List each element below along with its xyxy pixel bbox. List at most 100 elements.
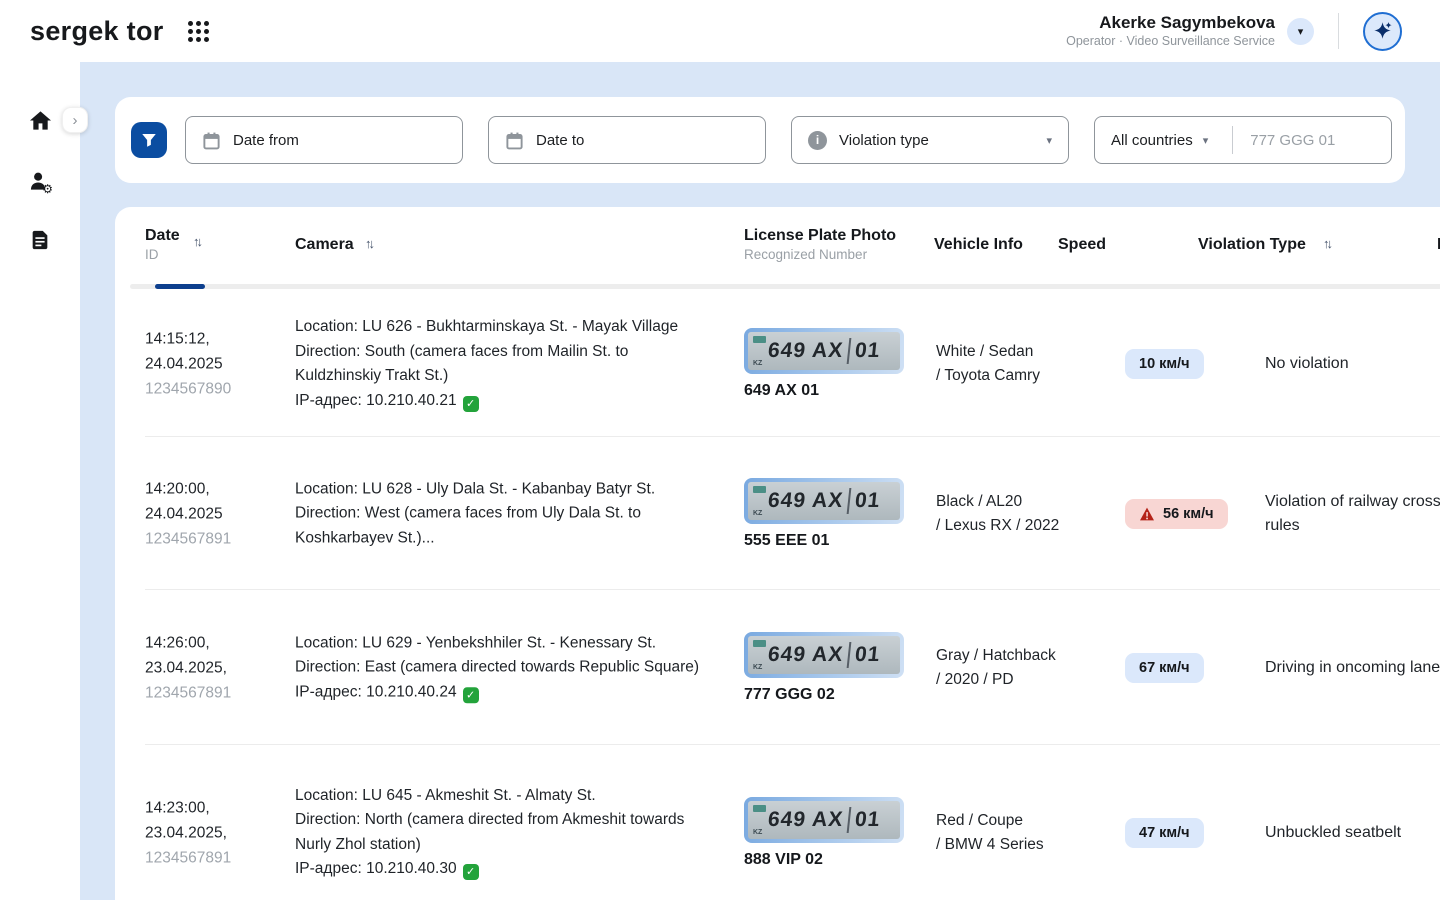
chevron-down-icon: ▾ <box>1046 134 1052 147</box>
date-cell: 14:26:00, 23.04.2025, 1234567891 <box>145 630 275 705</box>
countries-plate-field[interactable]: All countries ▾ <box>1094 116 1392 164</box>
funnel-icon <box>140 131 158 149</box>
horizontal-scrollbar-thumb[interactable] <box>155 284 205 289</box>
results-table: Date ID ↑↓ Camera ↑↓ License Plate Photo… <box>115 207 1440 900</box>
info-icon: i <box>808 131 827 150</box>
column-header-violation: Violation Type <box>1198 236 1306 254</box>
license-plate-photo[interactable]: KZ 649 AX 01 <box>744 478 904 524</box>
vehicle-cell: Black / AL20 / Lexus RX / 2022 <box>936 490 1106 538</box>
filters-panel: Date from Date to i Violation type ▾ All… <box>115 97 1405 183</box>
speed-badge: 67 км/ч <box>1125 653 1204 683</box>
sidebar-item-operators[interactable]: ⚙ <box>0 159 80 203</box>
kz-flag-icon <box>753 640 766 647</box>
vehicle-cell: White / Sedan / Toyota Camry <box>936 340 1106 388</box>
divider <box>1232 126 1233 154</box>
gear-icon: ⚙ <box>42 183 53 195</box>
column-header-plate: License Plate Photo Recognized Number <box>744 227 896 262</box>
plate-cell: KZ 649 AX 01 649 AX 01 <box>744 328 934 400</box>
countries-label: All countries <box>1111 132 1193 149</box>
date-cell: 14:20:00, 24.04.2025 1234567891 <box>145 476 275 551</box>
sort-icon-date[interactable]: ↑↓ <box>193 234 200 249</box>
document-icon <box>29 229 51 251</box>
event-id: 1234567890 <box>145 377 275 402</box>
column-header-camera: Camera <box>295 236 354 254</box>
sidebar-item-reports[interactable] <box>0 218 80 262</box>
calendar-icon <box>202 131 221 150</box>
column-header-date: Date ID <box>145 227 180 262</box>
speed-cell: 47 км/ч <box>1125 818 1204 848</box>
license-plate-photo[interactable]: KZ 649 AX 01 <box>744 797 904 843</box>
warning-icon <box>1139 507 1155 521</box>
vehicle-cell: Gray / Hatchback / 2020 / PD <box>936 644 1106 692</box>
date-from-field[interactable]: Date from <box>185 116 463 164</box>
kz-flag-icon <box>753 805 766 812</box>
sort-icon-violation[interactable]: ↑↓ <box>1323 236 1330 251</box>
divider <box>1338 13 1339 49</box>
top-bar: sergek tor Akerke Sagymbekova Operator ·… <box>0 0 1440 62</box>
speed-badge: 47 км/ч <box>1125 818 1204 848</box>
table-body: 14:15:12, 24.04.2025 1234567890 Location… <box>115 291 1440 900</box>
table-row[interactable]: 14:15:12, 24.04.2025 1234567890 Location… <box>115 291 1440 437</box>
home-icon <box>29 109 52 132</box>
camera-cell: Location: LU 629 - Yenbekshhiler St. - K… <box>295 631 707 705</box>
date-from-label: Date from <box>233 132 299 149</box>
apps-grid-icon[interactable] <box>188 21 209 42</box>
violation-cell: Driving in oncoming lane <box>1265 656 1440 680</box>
event-id: 1234567891 <box>145 845 275 870</box>
chevron-down-icon: ▾ <box>1203 134 1209 147</box>
camera-cell: Location: LU 626 - Bukhtarminskaya St. -… <box>295 315 707 413</box>
event-id: 1234567891 <box>145 526 275 551</box>
user-dropdown-button[interactable]: ▾ <box>1287 18 1314 45</box>
vehicle-cell: Red / Coupe / BMW 4 Series <box>936 809 1106 857</box>
speed-cell: 56 км/ч <box>1125 499 1228 529</box>
kz-flag-icon <box>753 336 766 343</box>
filter-button[interactable] <box>131 122 167 158</box>
check-icon: ✓ <box>463 687 479 703</box>
violation-cell: Unbuckled seatbelt <box>1265 821 1440 845</box>
sidebar-expand-button[interactable]: › <box>62 107 88 133</box>
plate-cell: KZ 649 AX 01 777 GGG 02 <box>744 632 934 704</box>
plate-cell: KZ 649 AX 01 888 VIP 02 <box>744 797 934 869</box>
kz-flag-icon <box>753 486 766 493</box>
camera-cell: Location: LU 645 - Akmeshit St. - Almaty… <box>295 784 707 882</box>
license-plate-photo[interactable]: KZ 649 AX 01 <box>744 632 904 678</box>
date-cell: 14:15:12, 24.04.2025 1234567890 <box>145 327 275 402</box>
license-plate-photo[interactable]: KZ 649 AX 01 <box>744 328 904 374</box>
assistant-button[interactable] <box>1363 12 1402 51</box>
sort-icon-camera[interactable]: ↑↓ <box>365 236 372 251</box>
speed-badge-alert: 56 км/ч <box>1125 499 1228 529</box>
speed-badge: 10 км/ч <box>1125 349 1204 379</box>
speed-cell: 67 км/ч <box>1125 653 1204 683</box>
date-cell: 14:23:00, 23.04.2025, 1234567891 <box>145 795 275 870</box>
violation-cell: No violation <box>1265 352 1440 376</box>
table-row[interactable]: 14:26:00, 23.04.2025, 1234567891 Locatio… <box>115 590 1440 745</box>
violation-type-select[interactable]: i Violation type ▾ <box>791 116 1069 164</box>
horizontal-scrollbar[interactable] <box>130 284 1440 289</box>
violation-cell: Violation of railway crossing rules <box>1265 490 1440 538</box>
calendar-icon <box>505 131 524 150</box>
user-name: Akerke Sagymbekova <box>1066 13 1275 33</box>
check-icon: ✓ <box>463 396 479 412</box>
recognized-number: 555 EEE 01 <box>744 532 934 550</box>
speed-cell: 10 км/ч <box>1125 349 1204 379</box>
table-row[interactable]: 14:20:00, 24.04.2025 1234567891 Location… <box>115 437 1440 590</box>
check-icon: ✓ <box>463 864 479 880</box>
sparkle-icon <box>1372 20 1394 42</box>
chevron-down-icon: ▾ <box>1298 25 1304 38</box>
date-to-label: Date to <box>536 132 584 149</box>
user-role: Operator · Video Surveillance Service <box>1066 33 1275 49</box>
brand-logo[interactable]: sergek tor <box>30 16 164 47</box>
sidebar: ⚙ › <box>0 62 80 900</box>
event-id: 1234567891 <box>145 680 275 705</box>
table-header: Date ID ↑↓ Camera ↑↓ License Plate Photo… <box>115 207 1440 283</box>
chevron-right-icon: › <box>73 112 78 129</box>
plate-cell: KZ 649 AX 01 555 EEE 01 <box>744 478 934 550</box>
plate-search-input[interactable] <box>1250 132 1360 149</box>
violation-type-label: Violation type <box>839 132 929 149</box>
recognized-number: 888 VIP 02 <box>744 851 934 869</box>
column-header-speed: Speed <box>1058 236 1106 254</box>
table-row[interactable]: 14:23:00, 23.04.2025, 1234567891 Locatio… <box>115 745 1440 900</box>
camera-cell: Location: LU 628 - Uly Dala St. - Kabanb… <box>295 477 707 551</box>
user-menu[interactable]: Akerke Sagymbekova Operator · Video Surv… <box>1066 13 1314 49</box>
date-to-field[interactable]: Date to <box>488 116 766 164</box>
